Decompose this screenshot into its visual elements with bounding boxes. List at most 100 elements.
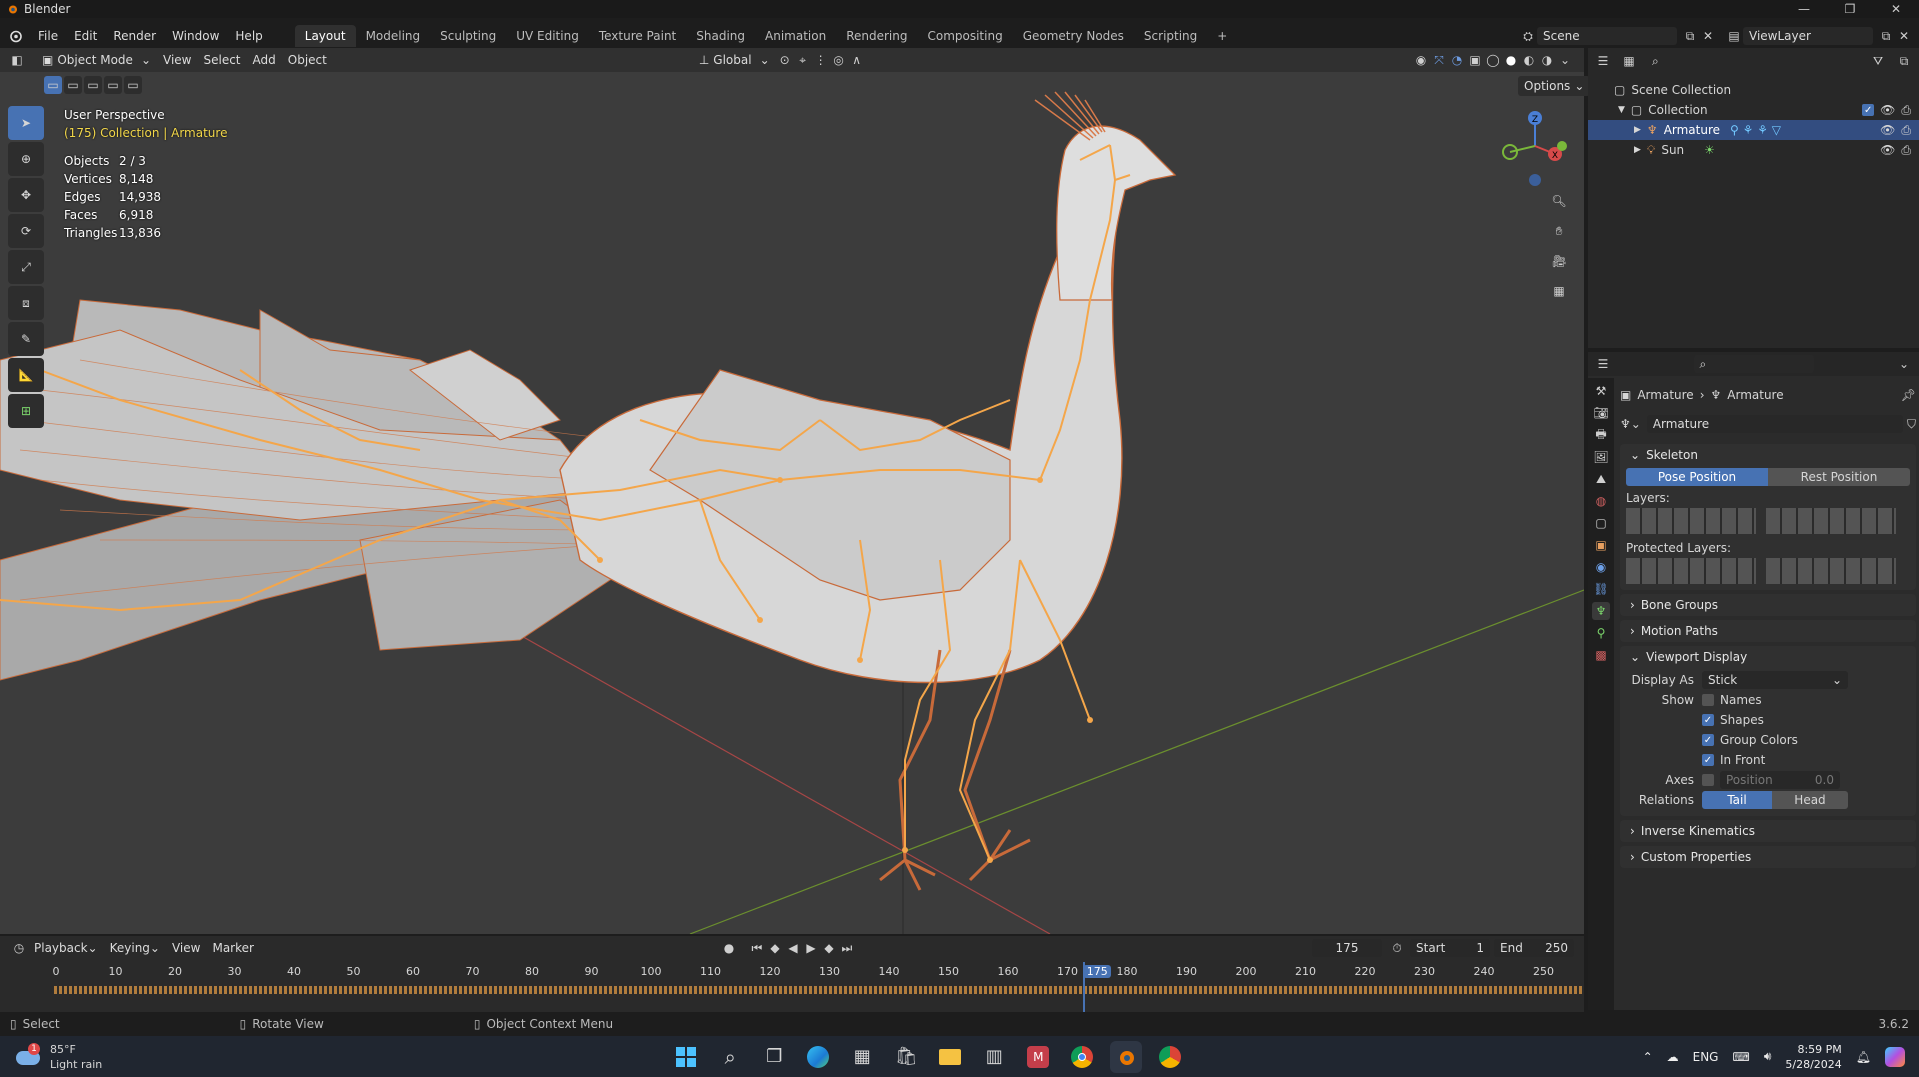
axes-position-field[interactable]: Position 0.0 — [1720, 771, 1840, 789]
properties-search-input[interactable]: ⌕ — [1693, 355, 1814, 373]
perspective-grid-icon[interactable]: ▦ — [1550, 282, 1568, 300]
new-collection-icon[interactable]: ⧉ — [1895, 52, 1913, 70]
menu-file[interactable]: File — [30, 25, 66, 47]
bone-groups-panel[interactable]: › Bone Groups — [1620, 594, 1916, 616]
notification-bell-icon[interactable]: 🔔︎ — [1856, 1050, 1871, 1064]
menu-marker[interactable]: Marker — [206, 938, 259, 958]
layers-grid[interactable] — [1620, 508, 1916, 534]
app-icon[interactable]: M — [1022, 1041, 1054, 1073]
chevron-down-icon[interactable]: ⌄ — [1895, 355, 1913, 373]
move-tool[interactable]: ✥ — [8, 178, 44, 212]
close-window-button[interactable]: ✕ — [1873, 0, 1919, 18]
onedrive-cloud-icon[interactable]: ☁ — [1667, 1050, 1679, 1064]
delete-scene-icon[interactable]: ✕ — [1699, 27, 1717, 45]
tab-animation[interactable]: Animation — [755, 25, 836, 47]
weather-widget[interactable]: 1 85°F Light rain — [14, 1042, 214, 1072]
network-icon[interactable]: ⌨ — [1732, 1050, 1749, 1064]
overlays-icon[interactable]: ◔ — [1448, 51, 1466, 69]
menu-select[interactable]: Select — [197, 50, 246, 70]
outliner-editor-icon[interactable]: ☰ — [1594, 52, 1612, 70]
protected-layers-grid[interactable] — [1620, 558, 1916, 584]
eye-icon[interactable]: 👁︎ — [1880, 143, 1895, 157]
custom-properties-panel[interactable]: › Custom Properties — [1620, 846, 1916, 868]
tray-chevron-up-icon[interactable]: ⌃ — [1643, 1050, 1653, 1064]
view-layer-tab-icon[interactable]: 🖼︎ — [1592, 448, 1610, 466]
menu-keying[interactable]: Keying ⌄ — [104, 938, 166, 958]
wireframe-shading-icon[interactable]: ◯ — [1484, 51, 1502, 69]
current-frame-field[interactable]: 175 — [1312, 939, 1382, 957]
navigation-gizmo[interactable]: Z X — [1500, 106, 1570, 186]
playhead[interactable] — [1083, 962, 1085, 1012]
falloff-icon[interactable]: ∧ — [848, 51, 866, 69]
armature-data-icon[interactable]: ♆⌄ — [1620, 417, 1641, 431]
play-reverse-icon[interactable]: ◀ — [784, 939, 802, 957]
exclude-checkbox[interactable]: ✓ — [1862, 104, 1875, 116]
head-button[interactable]: Head — [1772, 791, 1848, 809]
editor-type-icon[interactable]: ◧ — [8, 51, 26, 69]
new-view-layer-icon[interactable]: ⧉ — [1877, 27, 1895, 45]
menu-window[interactable]: Window — [164, 25, 227, 47]
display-as-dropdown[interactable]: Stick ⌄ — [1702, 671, 1848, 689]
rotate-tool[interactable]: ⟳ — [8, 214, 44, 248]
tab-rendering[interactable]: Rendering — [836, 25, 917, 47]
properties-editor-icon[interactable]: ☰ — [1594, 355, 1612, 373]
snap-target-icon[interactable]: ⋮ — [812, 51, 830, 69]
stopwatch-icon[interactable]: ⏱ — [1388, 939, 1406, 957]
chrome-profile-icon[interactable] — [1154, 1041, 1186, 1073]
volume-icon[interactable]: 🔊︎ — [1764, 1049, 1772, 1064]
start-frame-field[interactable]: Start 1 — [1410, 939, 1490, 957]
maximize-button[interactable]: ❐ — [1827, 0, 1873, 18]
tab-modeling[interactable]: Modeling — [356, 25, 431, 47]
transform-tool[interactable]: ⧈ — [8, 286, 44, 320]
collection-tab-icon[interactable]: ▢ — [1592, 514, 1610, 532]
minimize-button[interactable]: — — [1781, 0, 1827, 18]
tab-geometry-nodes[interactable]: Geometry Nodes — [1013, 25, 1134, 47]
pose-position-button[interactable]: Pose Position — [1626, 468, 1768, 486]
add-workspace-icon[interactable]: + — [1207, 25, 1237, 47]
menu-view[interactable]: View — [157, 50, 197, 70]
select-invert-icon[interactable]: ▭ — [104, 76, 122, 94]
jump-end-icon[interactable]: ⏭ — [838, 939, 856, 957]
pivot-point-icon[interactable]: ⊙ — [776, 51, 794, 69]
clock[interactable]: 8:59 PM 5/28/2024 — [1785, 1042, 1841, 1072]
zoom-icon[interactable]: 🔍︎ — [1550, 192, 1568, 210]
menu-edit[interactable]: Edit — [66, 25, 105, 47]
inverse-kinematics-panel[interactable]: › Inverse Kinematics — [1620, 820, 1916, 842]
shading-options-icon[interactable]: ⌄ — [1556, 51, 1574, 69]
camera-icon[interactable]: 🎥︎ — [1550, 252, 1568, 270]
mode-selector[interactable]: ▣ Object Mode ⌄ — [36, 50, 157, 70]
names-checkbox[interactable] — [1702, 694, 1714, 706]
select-new-icon[interactable]: ▭ — [44, 76, 62, 94]
display-mode-icon[interactable]: ▦ — [1620, 52, 1638, 70]
tab-sculpting[interactable]: Sculpting — [430, 25, 506, 47]
end-frame-field[interactable]: End 250 — [1494, 939, 1574, 957]
select-extend-icon[interactable]: ▭ — [64, 76, 82, 94]
shapes-checkbox[interactable]: ✓ — [1702, 714, 1714, 726]
physics-tab-icon[interactable]: ◉ — [1592, 558, 1610, 576]
scene-collection-row[interactable]: ▢ Scene Collection — [1588, 80, 1919, 100]
language-indicator[interactable]: ENG — [1693, 1050, 1719, 1064]
outliner-item-armature[interactable]: ▶ ♆ Armature ⚲ ⚘ ⚘ ▽ 👁︎ ⎙ — [1588, 120, 1919, 140]
annotate-tool[interactable]: ✎ — [8, 322, 44, 356]
outliner-item-sun[interactable]: ▶ 💡︎ Sun ☀ 👁︎ ⎙ — [1588, 140, 1919, 160]
in-front-checkbox[interactable]: ✓ — [1702, 754, 1714, 766]
tab-uv-editing[interactable]: UV Editing — [506, 25, 589, 47]
scene-icon[interactable]: ⛭ — [1519, 27, 1537, 45]
gizmo-icon[interactable]: ⤧ — [1430, 51, 1448, 69]
measure-tool[interactable]: 📐 — [8, 358, 44, 392]
motion-paths-panel[interactable]: › Motion Paths — [1620, 620, 1916, 642]
jump-start-icon[interactable]: ⏮ — [748, 939, 766, 957]
xray-icon[interactable]: ▣ — [1466, 51, 1484, 69]
tail-button[interactable]: Tail — [1702, 791, 1772, 809]
group-colors-checkbox[interactable]: ✓ — [1702, 734, 1714, 746]
scale-tool[interactable]: ⤢ — [8, 250, 44, 284]
tab-shading[interactable]: Shading — [686, 25, 755, 47]
skeleton-panel-header[interactable]: ⌄ Skeleton — [1620, 444, 1916, 466]
tab-scripting[interactable]: Scripting — [1134, 25, 1207, 47]
pan-hand-icon[interactable]: ✋︎ — [1550, 222, 1568, 240]
file-explorer-icon[interactable] — [934, 1041, 966, 1073]
task-view-icon[interactable]: ❐ — [758, 1041, 790, 1073]
snap-icon[interactable]: ⌖ — [794, 51, 812, 69]
edge-browser-icon[interactable] — [802, 1041, 834, 1073]
copilot-icon[interactable] — [1885, 1046, 1906, 1067]
